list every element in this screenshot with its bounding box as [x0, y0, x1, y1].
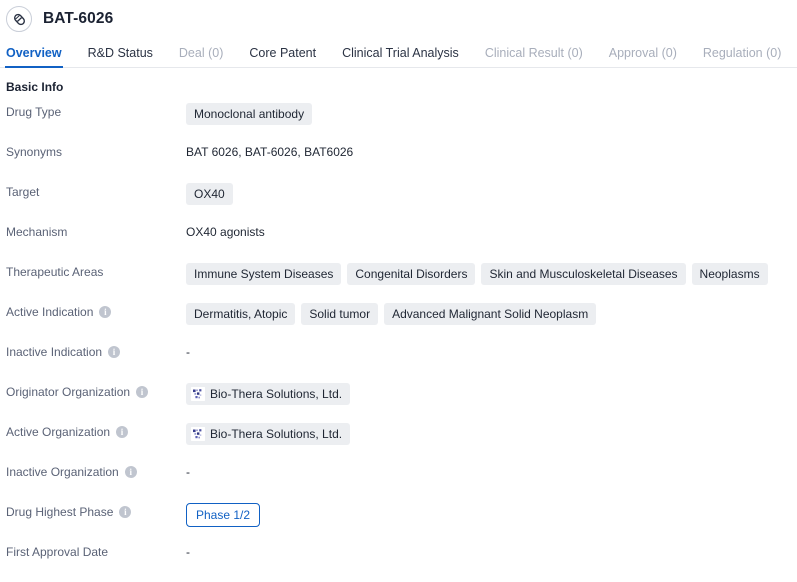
field-value: BAT 6026, BAT-6026, BAT6026 [186, 142, 797, 159]
company-logo-icon [191, 387, 205, 401]
field-label: Mechanism [6, 222, 186, 239]
tab-clinical-trial-analysis[interactable]: Clinical Trial Analysis [342, 46, 459, 67]
field-value: OX40 [186, 182, 797, 205]
tab-core-patent[interactable]: Core Patent [249, 46, 316, 67]
info-icon[interactable]: i [116, 426, 129, 438]
field-value: Immune System Diseases Congenital Disord… [186, 262, 797, 285]
field-value: - [186, 462, 797, 479]
field-row-mechanism: Mechanism OX40 agonists [6, 222, 797, 262]
field-row-inactive-organization: Inactive Organization i - [6, 462, 797, 502]
chip[interactable]: Neoplasms [691, 263, 768, 285]
field-row-active-indication: Active Indication i Dermatitis, Atopic S… [6, 302, 797, 342]
field-label-text: Inactive Organization [6, 465, 119, 479]
field-row-target: Target OX40 [6, 182, 797, 222]
info-icon[interactable]: i [124, 466, 137, 478]
field-label: First Approval Date [6, 542, 186, 559]
chip[interactable]: Advanced Malignant Solid Neoplasm [384, 303, 597, 325]
field-label-text: Originator Organization [6, 385, 131, 399]
field-row-originator-organization: Originator Organization i Bio-Thera Solu… [6, 382, 797, 422]
chip[interactable]: Solid tumor [301, 303, 379, 325]
chip[interactable]: Dermatitis, Atopic [186, 303, 296, 325]
section-title-basic-info: Basic Info [6, 80, 64, 94]
chip[interactable]: Skin and Musculoskeletal Diseases [481, 263, 686, 285]
field-value: Bio-Thera Solutions, Ltd. [186, 382, 797, 405]
field-label: Drug Type [6, 102, 186, 119]
field-value: Bio-Thera Solutions, Ltd. [186, 422, 797, 445]
field-label: Drug Highest Phase i [6, 502, 186, 519]
page-title: BAT-6026 [43, 10, 114, 27]
organization-chip[interactable]: Bio-Thera Solutions, Ltd. [186, 383, 351, 405]
field-label-text: Active Indication [6, 305, 94, 319]
field-label: Synonyms [6, 142, 186, 159]
mechanism-value: OX40 agonists [186, 225, 265, 239]
pill-capsule-icon [6, 6, 32, 32]
field-row-drug-highest-phase: Drug Highest Phase i Phase 1/2 [6, 502, 797, 542]
empty-value: - [186, 545, 190, 559]
status-badge[interactable]: Phase 1/2 [186, 503, 261, 527]
chip[interactable]: Monoclonal antibody [186, 103, 313, 125]
field-label: Active Organization i [6, 422, 186, 439]
empty-value: - [186, 345, 190, 359]
tab-regulation[interactable]: Regulation (0) [703, 46, 782, 67]
tab-approval[interactable]: Approval (0) [609, 46, 677, 67]
field-label-text: Inactive Indication [6, 345, 103, 359]
field-label: Inactive Organization i [6, 462, 186, 479]
field-row-active-organization: Active Organization i Bio-Thera Solution… [6, 422, 797, 462]
empty-value: - [186, 465, 190, 479]
field-label-text: Drug Type [6, 105, 62, 119]
field-value: Dermatitis, Atopic Solid tumor Advanced … [186, 302, 797, 325]
field-value: - [186, 542, 797, 559]
field-label-text: Active Organization [6, 425, 111, 439]
info-icon[interactable]: i [119, 506, 132, 518]
field-label-text: Drug Highest Phase [6, 505, 114, 519]
field-label-text: Therapeutic Areas [6, 265, 104, 279]
company-logo-icon [191, 427, 205, 441]
field-label: Inactive Indication i [6, 342, 186, 359]
field-label-text: Target [6, 185, 40, 199]
field-row-therapeutic-areas: Therapeutic Areas Immune System Diseases… [6, 262, 797, 302]
field-value: Monoclonal antibody [186, 102, 797, 125]
field-label: Target [6, 182, 186, 199]
page-header: BAT-6026 [0, 0, 797, 38]
field-row-inactive-indication: Inactive Indication i - [6, 342, 797, 382]
field-value: OX40 agonists [186, 222, 797, 239]
organization-name: Bio-Thera Solutions, Ltd. [210, 427, 343, 441]
field-row-first-approval-date: First Approval Date - [6, 542, 797, 582]
field-row-drug-type: Drug Type Monoclonal antibody [6, 102, 797, 142]
tab-overview[interactable]: Overview [5, 46, 63, 68]
organization-name: Bio-Thera Solutions, Ltd. [210, 387, 343, 401]
field-label-text: Synonyms [6, 145, 63, 159]
info-icon[interactable]: i [99, 306, 112, 318]
chip[interactable]: OX40 [186, 183, 233, 205]
field-value: - [186, 342, 797, 359]
field-row-synonyms: Synonyms BAT 6026, BAT-6026, BAT6026 [6, 142, 797, 182]
field-value: Phase 1/2 [186, 502, 797, 527]
chip[interactable]: Congenital Disorders [347, 263, 476, 285]
tab-deal[interactable]: Deal (0) [179, 46, 223, 67]
info-icon[interactable]: i [108, 346, 121, 358]
field-label-text: First Approval Date [6, 545, 109, 559]
tab-bar: Overview R&D Status Deal (0) Core Patent… [0, 38, 797, 68]
field-label: Originator Organization i [6, 382, 186, 399]
tab-clinical-result[interactable]: Clinical Result (0) [485, 46, 583, 67]
overview-panel: Basic Info Drug Type Monoclonal antibody… [0, 68, 797, 582]
organization-chip[interactable]: Bio-Thera Solutions, Ltd. [186, 423, 351, 445]
info-icon[interactable]: i [136, 386, 149, 398]
field-label-text: Mechanism [6, 225, 68, 239]
synonyms-value: BAT 6026, BAT-6026, BAT6026 [186, 145, 354, 159]
tab-rd-status[interactable]: R&D Status [88, 46, 153, 67]
field-label: Active Indication i [6, 302, 186, 319]
field-label: Therapeutic Areas [6, 262, 186, 279]
chip[interactable]: Immune System Diseases [186, 263, 342, 285]
